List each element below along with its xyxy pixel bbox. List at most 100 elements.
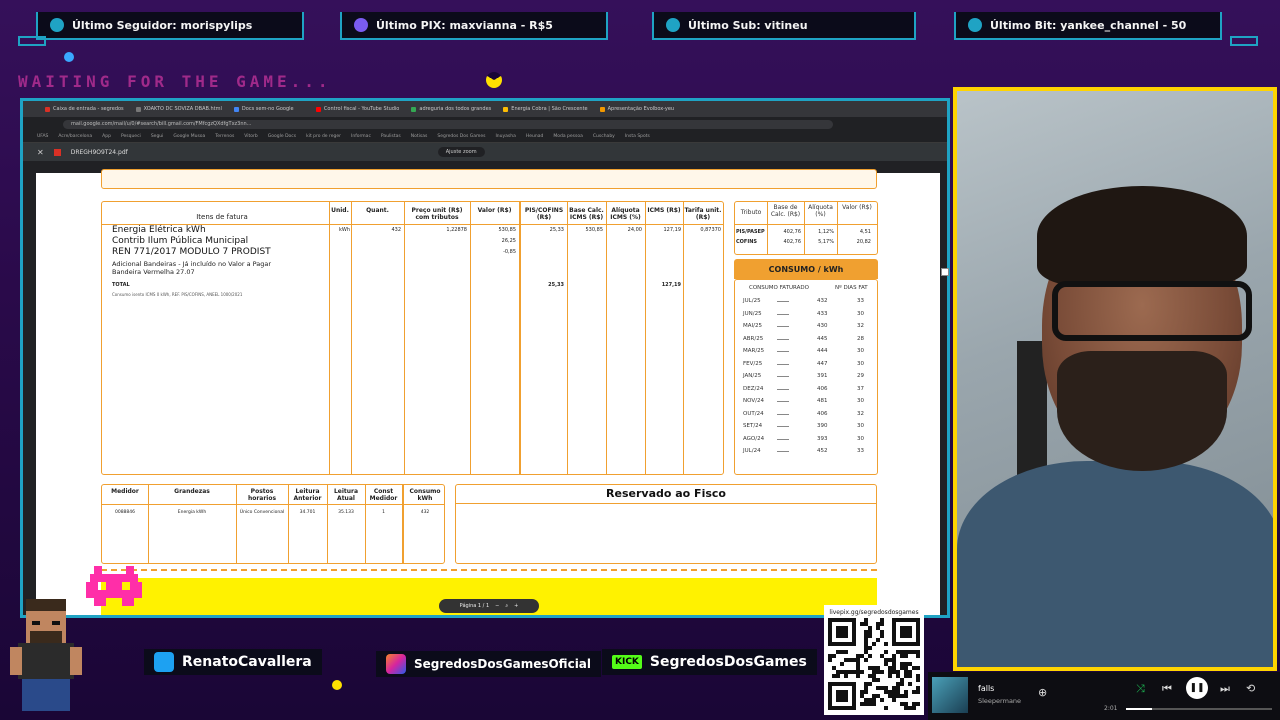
bookmark[interactable]: Vitorb [244,134,257,139]
consumo-col-a: CONSUMO FATURADO [749,285,809,291]
consumo-value: 406 [817,385,828,392]
consumo-sep [777,351,789,352]
consumo-days: 30 [857,310,864,317]
consumo-month: NOV/24 [743,398,764,404]
next-icon[interactable]: ⏭ [1220,682,1230,696]
pacman-icon [486,72,502,88]
browser-tab[interactable]: Caixa de entrada - segredos [41,104,128,115]
pause-button[interactable]: ❚❚ [1186,677,1208,699]
favicon-icon [411,106,417,112]
browser-tab[interactable]: Apresentação Evolbox-yeu [596,104,678,115]
consumo-sep [777,376,789,377]
social-instagram[interactable]: SegredosDosGamesOficial [376,651,602,677]
add-icon[interactable]: ⊕ [1038,686,1047,699]
consumo-sep [777,301,789,302]
zoom-in-icon[interactable]: + [514,603,518,609]
consumo-sep [777,451,789,452]
consumo-month: SET/24 [743,423,763,429]
browser-tab[interactable]: Control fiscal - YouTube Studio [312,104,403,115]
row1-tarifa: 0,87370 [700,227,721,233]
bookmark[interactable]: Acre/barcelona [58,134,92,139]
consumo-month: JUL/25 [743,298,761,304]
favicon-icon [45,106,50,112]
tributo-name: COFINS [736,239,757,245]
consumo-sep [777,401,789,402]
browser-tab[interactable]: Energia Cobra | São Crescente [499,104,591,115]
glasses [1052,281,1252,341]
bookmark[interactable]: UFAS [37,134,48,139]
favicon-icon [599,106,605,112]
item-ren: REN 771/2017 MODULO 7 PRODIST [112,247,271,257]
consumo-days: 32 [857,410,864,417]
consumo-days: 33 [857,448,864,454]
col-unid: Unid. [331,207,349,214]
consumo-month: JAN/25 [743,373,762,379]
browser-tab[interactable]: Docs sem-no Google [230,104,308,115]
repeat-icon[interactable]: ⟲ [1246,682,1255,695]
pdf-file-icon [53,148,61,156]
scroll-marker[interactable] [941,268,949,276]
url-input[interactable]: mail.google.com/mail/u/0/#search/bill.gm… [63,119,833,129]
consumo-days: 30 [857,360,864,367]
consumo-sep [777,438,789,440]
medidor-cell: Energia kWh [177,510,207,515]
shuffle-icon[interactable]: ⤨ [1136,682,1145,696]
bookmark[interactable]: Segui [151,134,164,139]
row1-base: 530,85 [585,227,604,233]
alert-label: Último Seguidor: morispylips [72,18,253,32]
page-controls[interactable]: Página 1 / 1 − ⌕ + [439,599,539,613]
bookmark[interactable]: kit pro de reger [306,134,341,139]
bookmark[interactable]: Moda pessoa [553,134,583,139]
previous-icon[interactable]: ⏮ [1162,682,1172,696]
person-hair [1037,186,1247,286]
progress-bar[interactable] [1126,708,1272,710]
close-icon[interactable]: ✕ [37,148,44,157]
zoom-out-icon[interactable]: − [495,603,499,609]
zoom-icon[interactable]: ⌕ [505,603,508,609]
waiting-text: WAITING FOR THE GAME... [18,72,332,91]
bookmark[interactable]: App [102,134,111,139]
alert-label: Último PIX: maxvianna - R$5 [376,18,553,32]
bookmark[interactable]: Cuschaby [593,134,615,139]
favicon-icon [233,106,239,112]
consumo-days: 32 [857,323,864,329]
bookmark[interactable]: Paulistas [381,134,401,139]
zoom-select[interactable]: Ajuste zoom [437,147,485,157]
alert-last-follower: Último Seguidor: morispylips [36,12,304,40]
browser-tab[interactable]: adreguria dos todos grandes [407,104,495,115]
pixel-character-icon [10,599,82,711]
star-icon [666,18,680,32]
medidor-header: Leitura Atual [333,488,359,502]
bookmark[interactable]: Notisas [411,134,428,139]
invoice-top-box [101,169,877,189]
bookmark[interactable]: Google Docs [268,134,296,139]
fisco-box: Reservado ao Fisco [455,484,877,564]
row1-unit: kWh [338,227,350,233]
bookmark[interactable]: Insta Spots [625,134,650,139]
medidor-header: Grandezas [174,488,210,495]
social-twitter[interactable]: RenatoCavallera [144,649,322,675]
social-kick[interactable]: KICK SegredosDosGames [602,649,817,675]
bookmark[interactable]: Heunad [526,134,543,139]
favicon-icon [315,106,321,112]
consumo-month: DEZ/24 [743,385,764,392]
bookmark[interactable]: Inuyasha [495,134,515,139]
row2-value: 26,25 [501,238,516,244]
tributo-base: 402,76 [783,239,802,245]
bookmark[interactable]: Terrenos [215,134,234,139]
webcam-feed [953,87,1277,671]
bookmark[interactable]: Pesqueci [121,134,141,139]
medidor-table: Medidor Grandezas Postos horarios Leitura A… [101,484,445,564]
consumo-month: ABR/25 [743,335,764,342]
browser-tab[interactable]: XOAKTO DC SOVIZA DBAB.html [132,104,226,115]
row1-qty: 432 [391,227,401,233]
tributo-h3: Valor (R$) [842,204,872,211]
tab-bar: Caixa de entrada - segredos XOAKTO DC SO… [23,101,947,117]
tributo-h1: Base de Calc. (R$) [770,204,801,218]
bookmark[interactable]: Informac [351,134,371,139]
medidor-header: Postos horarios [247,488,277,502]
track-artist: Sleepermane [978,697,1022,705]
bookmark[interactable]: Segredos Dos Games [437,134,485,139]
bookmark[interactable]: Google Musoa [173,134,205,139]
consumo-days: 30 [857,348,864,354]
